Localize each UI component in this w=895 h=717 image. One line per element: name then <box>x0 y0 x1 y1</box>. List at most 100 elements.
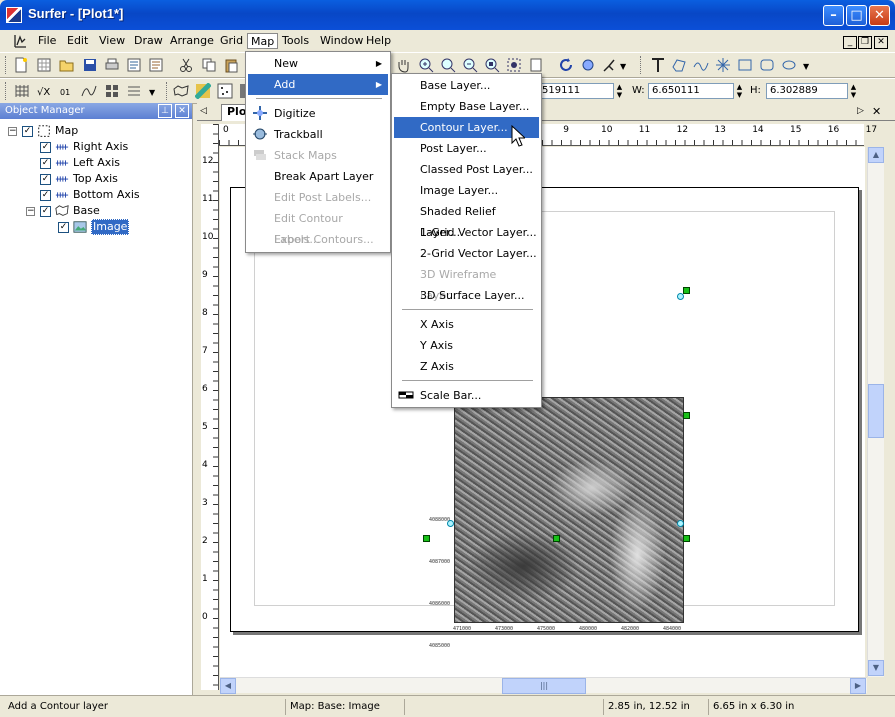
rectangle-tool-icon[interactable] <box>737 57 753 73</box>
height-field[interactable]: 6.302889 <box>766 83 848 99</box>
menu-item-1-grid-vector-layer[interactable]: 1-Grid Vector Layer... <box>394 222 539 243</box>
tab-scroll-right-icon[interactable]: ▷ <box>857 106 864 116</box>
cut-icon[interactable] <box>178 57 194 73</box>
pan-icon[interactable] <box>395 57 411 73</box>
close-button[interactable]: ✕ <box>869 5 890 26</box>
open-icon[interactable] <box>59 57 75 73</box>
menu-file[interactable]: File <box>35 33 59 49</box>
menu-item-y-axis[interactable]: Y Axis <box>394 335 539 356</box>
map-frame[interactable]: 4088000 4087000 4086000 4085000 471000 47300… <box>429 397 685 649</box>
zoom-extents-icon[interactable] <box>528 57 544 73</box>
polygon-tool-icon[interactable] <box>671 57 687 73</box>
tree-item-map[interactable]: − ✓ Map <box>0 123 190 139</box>
menu-item-scale-bar[interactable]: Scale Bar... <box>394 385 539 406</box>
menu-edit[interactable]: Edit <box>64 33 91 49</box>
rounded-rectangle-tool-icon[interactable] <box>759 57 775 73</box>
new-icon[interactable] <box>13 57 29 73</box>
zoom-out-icon[interactable] <box>462 57 478 73</box>
collapse-icon[interactable]: − <box>8 127 17 136</box>
scroll-left-icon[interactable]: ◀ <box>220 678 236 694</box>
text-tool-icon[interactable] <box>650 57 666 73</box>
save-icon[interactable] <box>82 57 98 73</box>
selection-handle[interactable] <box>683 412 690 419</box>
scroll-down-icon[interactable]: ▼ <box>868 660 884 676</box>
collapse-icon[interactable]: − <box>26 207 35 216</box>
selection-handle[interactable] <box>683 287 690 294</box>
zoom-page-icon[interactable] <box>484 57 500 73</box>
width-field[interactable]: 6.650111 <box>648 83 734 99</box>
menu-item-empty-base-layer[interactable]: Empty Base Layer... <box>394 96 539 117</box>
menu-map[interactable]: Map <box>247 33 279 49</box>
grid-data-icon[interactable] <box>14 83 30 99</box>
visibility-checkbox[interactable]: ✓ <box>58 222 69 233</box>
toolbar-grip[interactable] <box>5 56 8 74</box>
image-corner-handle[interactable] <box>677 520 684 527</box>
selection-handle[interactable] <box>683 535 690 542</box>
trackball-toolbar-icon[interactable] <box>580 57 596 73</box>
rotate-icon[interactable] <box>558 57 574 73</box>
menu-item-classed-post-layer[interactable]: Classed Post Layer... <box>394 159 539 180</box>
horizontal-scroll-thumb[interactable]: ||| <box>502 678 586 694</box>
image-corner-handle[interactable] <box>677 293 684 300</box>
menu-item-base-layer[interactable]: Base Layer... <box>394 75 539 96</box>
menu-item-x-axis[interactable]: X Axis <box>394 314 539 335</box>
new-worksheet-icon[interactable] <box>36 57 52 73</box>
grid-math-icon[interactable]: √X <box>36 83 52 99</box>
zoom-rectangle-icon[interactable] <box>440 57 456 73</box>
dropdown-arrow-icon[interactable]: ▼ <box>620 62 626 71</box>
title-bar[interactable]: Surfer - [Plot1*] – □ ✕ <box>0 0 895 30</box>
tree-item-bottom-axis[interactable]: ✓ Bottom Axis <box>0 187 190 203</box>
toolbar-grip[interactable] <box>640 56 643 74</box>
document-icon[interactable] <box>12 33 28 49</box>
vertical-scroll-thumb[interactable] <box>868 384 884 438</box>
new-contour-map-icon[interactable] <box>195 83 211 99</box>
minimize-button[interactable]: – <box>823 5 844 26</box>
menu-item-shaded-relief-layer[interactable]: Shaded Relief Layer... <box>394 201 539 239</box>
position-y-field[interactable]: 519111 <box>538 83 614 99</box>
close-tab-icon[interactable]: ✕ <box>872 105 881 118</box>
tree-item-right-axis[interactable]: ✓ Right Axis <box>0 139 190 155</box>
digitize-toolbar-icon[interactable] <box>601 57 617 73</box>
vertical-scrollbar[interactable]: ▲ ▼ <box>867 147 884 677</box>
symbol-tool-icon[interactable] <box>715 57 731 73</box>
menu-item-add[interactable]: Add ▶ <box>248 74 388 95</box>
menu-item-digitize[interactable]: Digitize <box>248 103 388 124</box>
pin-icon[interactable]: ⊥ <box>158 104 172 118</box>
grid-function-icon[interactable]: 01 <box>59 83 75 99</box>
visibility-checkbox[interactable]: ✓ <box>22 126 33 137</box>
tree-item-left-axis[interactable]: ✓ Left Axis <box>0 155 190 171</box>
tree-item-top-axis[interactable]: ✓ Top Axis <box>0 171 190 187</box>
paste-icon[interactable] <box>223 57 239 73</box>
scroll-up-icon[interactable]: ▲ <box>868 147 884 163</box>
visibility-checkbox[interactable]: ✓ <box>40 142 51 153</box>
mdi-restore-button[interactable]: ❐ <box>858 36 872 49</box>
menu-window[interactable]: Window <box>317 33 366 49</box>
menu-item-break-apart-layer[interactable]: Break Apart Layer <box>248 166 388 187</box>
toolbar-grip[interactable] <box>166 82 169 100</box>
width-spinner[interactable]: ▲ ▼ <box>734 83 745 99</box>
new-base-map-icon[interactable] <box>173 83 189 99</box>
horizontal-scrollbar[interactable]: ◀ ||| ▶ <box>220 677 867 694</box>
menu-item-trackball[interactable]: Trackball <box>248 124 388 145</box>
visibility-checkbox[interactable]: ✓ <box>40 174 51 185</box>
image-corner-handle[interactable] <box>447 520 454 527</box>
zoom-in-icon[interactable] <box>418 57 434 73</box>
surfer-app-icon[interactable] <box>6 7 22 23</box>
grid-node-editor-icon[interactable] <box>104 83 120 99</box>
selection-handle[interactable] <box>423 535 430 542</box>
tree-item-base[interactable]: − ✓ Base <box>0 203 190 219</box>
menu-item-z-axis[interactable]: Z Axis <box>394 356 539 377</box>
selection-handle[interactable] <box>553 535 560 542</box>
menu-grid[interactable]: Grid <box>217 33 246 49</box>
export-icon[interactable] <box>148 57 164 73</box>
menu-item-2-grid-vector-layer[interactable]: 2-Grid Vector Layer... <box>394 243 539 264</box>
maximize-button[interactable]: □ <box>846 5 867 26</box>
visibility-checkbox[interactable]: ✓ <box>40 190 51 201</box>
menu-draw[interactable]: Draw <box>131 33 166 49</box>
grid-blank-icon[interactable] <box>126 83 142 99</box>
zoom-selected-icon[interactable] <box>506 57 522 73</box>
tab-scroll-left-icon[interactable]: ◁ <box>200 106 207 116</box>
height-spinner[interactable]: ▲ ▼ <box>848 83 859 99</box>
menu-arrange[interactable]: Arrange <box>167 33 217 49</box>
scroll-right-icon[interactable]: ▶ <box>850 678 866 694</box>
